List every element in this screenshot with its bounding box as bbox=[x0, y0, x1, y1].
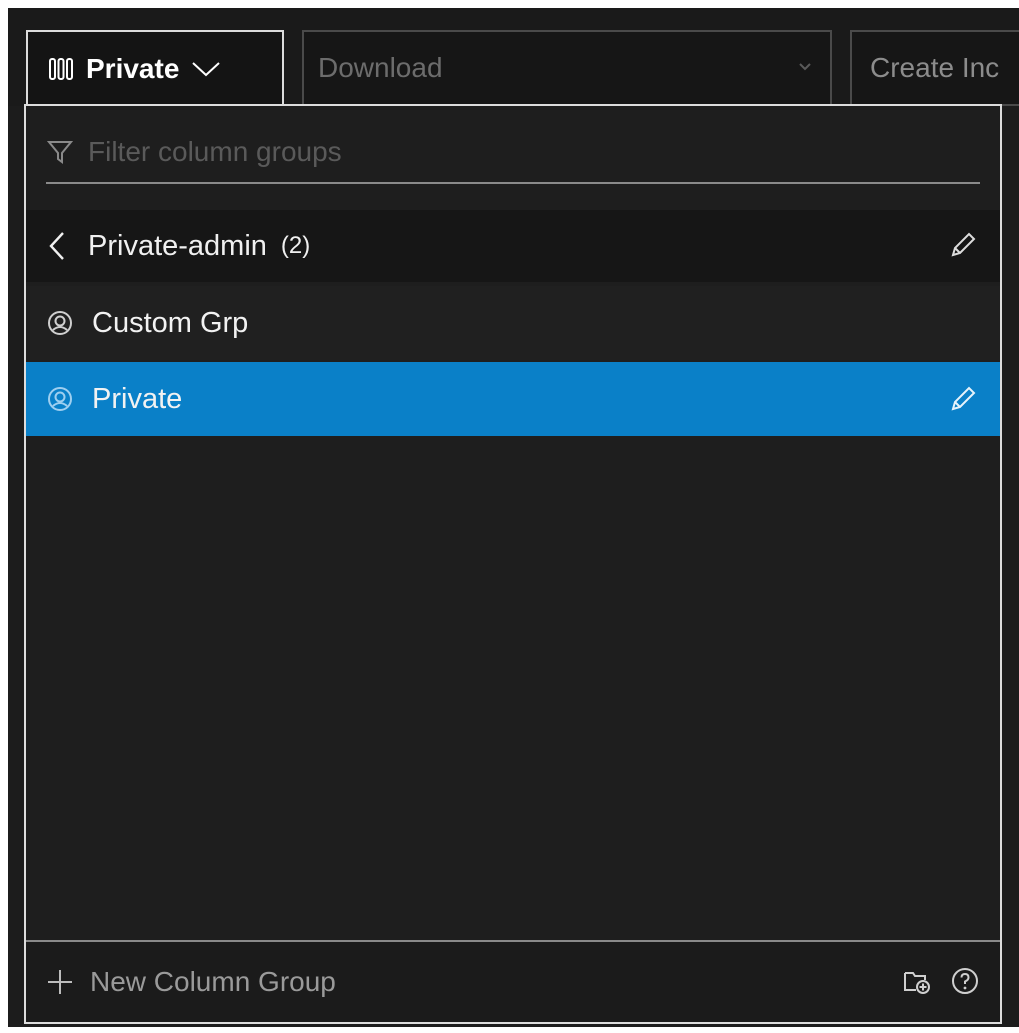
group-header[interactable]: Private-admin (2) bbox=[26, 210, 1000, 282]
plus-icon[interactable] bbox=[46, 968, 74, 996]
toolbar: Private Download Create Inc bbox=[8, 8, 1019, 106]
list-item[interactable]: Custom Grp bbox=[26, 286, 1000, 360]
chevron-down-icon bbox=[191, 60, 221, 78]
list-item-label: Private bbox=[92, 382, 183, 415]
user-circle-icon bbox=[46, 309, 74, 337]
download-label: Download bbox=[318, 52, 443, 83]
create-label: Create Inc bbox=[870, 52, 1000, 83]
create-incident-button[interactable]: Create Inc bbox=[850, 30, 1019, 106]
column-group-panel: Filter column groups Private-admin (2) C… bbox=[24, 104, 1002, 1024]
user-circle-icon bbox=[46, 385, 74, 413]
panel-footer: New Column Group bbox=[26, 940, 1000, 1022]
column-group-dropdown-button[interactable]: Private bbox=[26, 30, 284, 106]
filter-input[interactable]: Filter column groups bbox=[46, 122, 980, 184]
filter-placeholder: Filter column groups bbox=[88, 136, 342, 167]
download-dropdown[interactable]: Download bbox=[302, 30, 832, 106]
column-group-button-label: Private bbox=[86, 53, 180, 84]
filter-icon bbox=[46, 138, 74, 166]
edit-pencil-icon[interactable] bbox=[948, 384, 978, 414]
new-column-group-button[interactable]: New Column Group bbox=[90, 966, 336, 998]
add-folder-icon[interactable] bbox=[902, 966, 932, 996]
edit-pencil-icon[interactable] bbox=[948, 230, 978, 260]
chevron-left-icon[interactable] bbox=[48, 230, 66, 262]
footer-tools bbox=[902, 966, 980, 996]
list-item-selected[interactable]: Private bbox=[26, 362, 1000, 436]
help-icon[interactable] bbox=[950, 966, 980, 996]
group-header-count: (2) bbox=[280, 232, 311, 259]
group-header-name: Private-admin bbox=[88, 229, 267, 262]
chevron-down-icon bbox=[798, 62, 812, 72]
list-item-label: Custom Grp bbox=[92, 306, 249, 339]
columns-icon bbox=[48, 56, 74, 82]
screen: Private Download Create Inc Filter colum… bbox=[8, 8, 1019, 1027]
